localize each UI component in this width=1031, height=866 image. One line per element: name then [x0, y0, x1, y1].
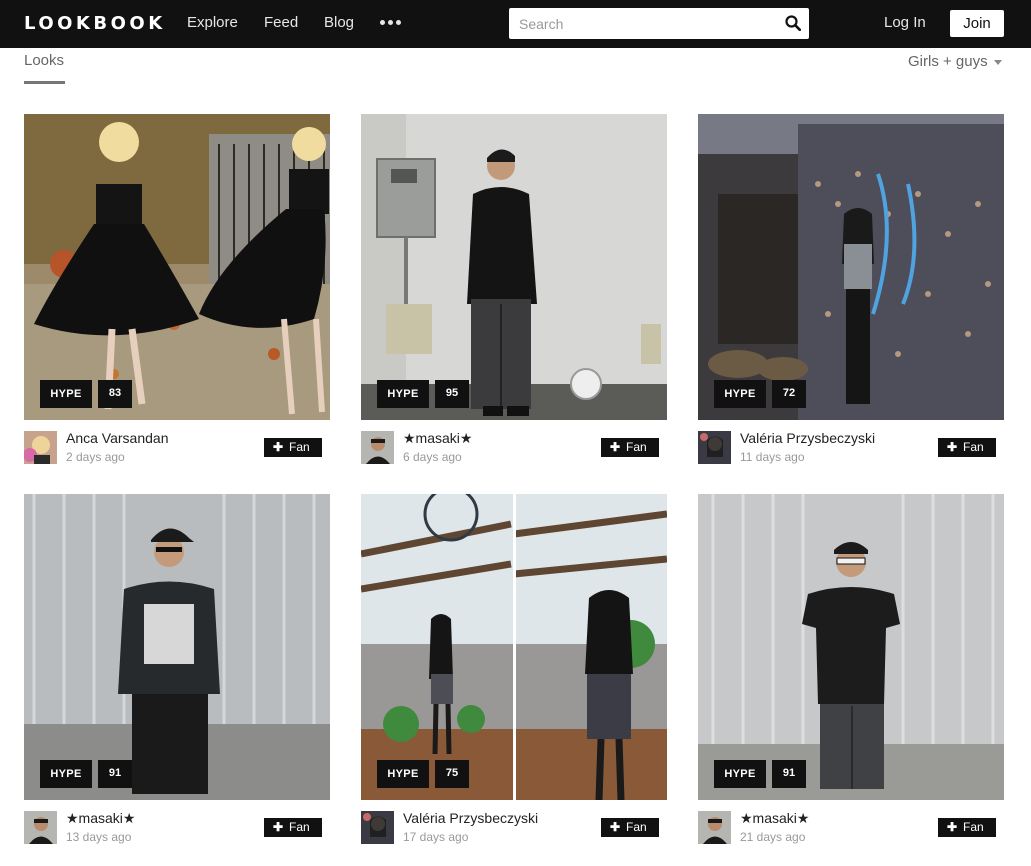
- fan-button[interactable]: ✚ Fan: [264, 818, 322, 837]
- author-name[interactable]: ★masaki★: [740, 810, 809, 827]
- author-name[interactable]: ★masaki★: [403, 430, 472, 447]
- avatar[interactable]: [698, 811, 731, 844]
- look-photo[interactable]: [24, 114, 330, 420]
- look-photo[interactable]: [361, 494, 667, 800]
- top-nav-bar: LOOKBOOK Explore Feed Blog Log In Join: [0, 0, 1031, 48]
- nav-feed-link[interactable]: Feed: [264, 14, 298, 31]
- posted-time: 17 days ago: [403, 830, 469, 844]
- plus-icon: ✚: [610, 820, 621, 834]
- look-photo[interactable]: [698, 114, 1004, 420]
- hype-count: 75: [435, 760, 469, 788]
- fan-label: Fan: [626, 440, 647, 454]
- posted-time: 21 days ago: [740, 830, 806, 844]
- look-photo[interactable]: [24, 494, 330, 800]
- look-photo[interactable]: [698, 494, 1004, 800]
- hype-count: 72: [772, 380, 806, 408]
- fan-button[interactable]: ✚ Fan: [264, 438, 322, 457]
- hype-button[interactable]: HYPE: [714, 380, 766, 408]
- fan-button[interactable]: ✚ Fan: [938, 818, 996, 837]
- fan-label: Fan: [289, 820, 310, 834]
- hype-button[interactable]: HYPE: [40, 380, 92, 408]
- search-box: [509, 8, 809, 39]
- active-tab-indicator: [24, 81, 65, 84]
- login-link[interactable]: Log In: [884, 14, 926, 31]
- hype-count: 83: [98, 380, 132, 408]
- posted-time: 11 days ago: [740, 450, 805, 464]
- caret-down-icon[interactable]: [994, 60, 1002, 65]
- gender-filter-dropdown[interactable]: Girls + guys: [908, 53, 988, 70]
- fan-label: Fan: [963, 440, 984, 454]
- hype-count: 91: [772, 760, 806, 788]
- fan-label: Fan: [289, 440, 310, 454]
- hype-count: 91: [98, 760, 132, 788]
- plus-icon: ✚: [947, 440, 958, 454]
- posted-time: 2 days ago: [66, 450, 125, 464]
- more-dots-icon[interactable]: [380, 20, 402, 26]
- hype-count: 95: [435, 380, 469, 408]
- join-button[interactable]: Join: [950, 10, 1004, 37]
- posted-time: 13 days ago: [66, 830, 132, 844]
- nav-blog-link[interactable]: Blog: [324, 14, 354, 31]
- posted-time: 6 days ago: [403, 450, 462, 464]
- hype-button[interactable]: HYPE: [714, 760, 766, 788]
- search-icon[interactable]: [785, 15, 801, 31]
- avatar[interactable]: [361, 431, 394, 464]
- avatar[interactable]: [698, 431, 731, 464]
- lookbook-logo[interactable]: LOOKBOOK: [24, 13, 166, 34]
- hype-button[interactable]: HYPE: [377, 380, 429, 408]
- search-input[interactable]: [509, 8, 774, 39]
- avatar[interactable]: [361, 811, 394, 844]
- avatar[interactable]: [24, 431, 57, 464]
- plus-icon: ✚: [610, 440, 621, 454]
- author-name[interactable]: ★masaki★: [66, 810, 135, 827]
- author-name[interactable]: Anca Varsandan: [66, 430, 168, 446]
- tab-looks[interactable]: Looks: [24, 52, 64, 69]
- plus-icon: ✚: [273, 440, 284, 454]
- hype-button[interactable]: HYPE: [40, 760, 92, 788]
- plus-icon: ✚: [947, 820, 958, 834]
- author-name[interactable]: Valéria Przysbeczyski: [740, 430, 875, 446]
- fan-label: Fan: [963, 820, 984, 834]
- look-photo[interactable]: [361, 114, 667, 420]
- nav-explore-link[interactable]: Explore: [187, 14, 238, 31]
- plus-icon: ✚: [273, 820, 284, 834]
- fan-button[interactable]: ✚ Fan: [938, 438, 996, 457]
- fan-button[interactable]: ✚ Fan: [601, 818, 659, 837]
- author-name[interactable]: Valéria Przysbeczyski: [403, 810, 538, 826]
- fan-label: Fan: [626, 820, 647, 834]
- avatar[interactable]: [24, 811, 57, 844]
- hype-button[interactable]: HYPE: [377, 760, 429, 788]
- fan-button[interactable]: ✚ Fan: [601, 438, 659, 457]
